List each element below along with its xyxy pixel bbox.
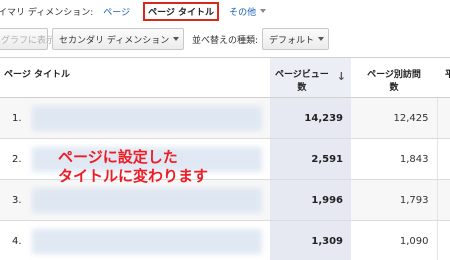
header-pageviews[interactable]: ページビュー 数 ↓ [270, 57, 351, 98]
row-pageviews: 2,591 [270, 138, 351, 180]
table-header-row: ページ タイトル ページビュー 数 ↓ ページ別訪問 数 平 [0, 57, 450, 98]
row-index: 3. [12, 194, 22, 206]
header-unique-pageviews[interactable]: ページ別訪問 数 [351, 57, 437, 98]
table-row: 4. 1,309 1,090 [0, 220, 450, 260]
sort-descending-icon: ↓ [336, 70, 347, 83]
sort-type-value: デフォルト [269, 35, 315, 46]
row-more-cell [436, 179, 450, 221]
secondary-dimension-label: セカンダリ ディメンション [59, 35, 170, 46]
plot-rows-button[interactable]: グラフに表示 [0, 28, 55, 50]
chevron-down-icon [173, 37, 180, 41]
row-unique-pageviews: 1,793 [351, 179, 437, 221]
row-index: 4. [12, 235, 22, 247]
header-unique-line2: 数 [389, 83, 399, 93]
dimension-option-page[interactable]: ページ [103, 5, 130, 18]
header-unique-line1: ページ別訪問 [367, 70, 421, 80]
chevron-down-icon [318, 37, 325, 41]
header-page-title[interactable]: ページ タイトル [0, 57, 270, 98]
sort-type-label: 並べ替えの種類: [192, 35, 259, 46]
row-more-cell [436, 220, 450, 260]
dimension-option-other[interactable]: その他 [229, 5, 267, 18]
dimension-option-other-label: その他 [229, 7, 257, 18]
blurred-page-title [32, 229, 262, 254]
table-row: 1. 14,239 12,425 [0, 97, 450, 139]
row-pageviews: 14,239 [270, 97, 351, 139]
row-pageviews: 1,996 [270, 179, 351, 221]
header-pageviews-line2: 数 [297, 83, 307, 93]
header-avg-truncated[interactable]: 平 [437, 57, 450, 98]
chevron-down-icon [260, 9, 267, 13]
row-title-cell: 4. [0, 220, 270, 260]
row-unique-pageviews: 1,090 [351, 220, 437, 260]
blurred-page-title [32, 106, 262, 131]
row-unique-pageviews: 1,843 [351, 138, 437, 180]
row-index: 1. [12, 112, 22, 124]
table-toolbar: グラフに表示 セカンダリ ディメンション 並べ替えの種類: デフォルト [0, 24, 450, 54]
secondary-dimension-dropdown[interactable]: セカンダリ ディメンション [52, 28, 184, 50]
blurred-page-title [32, 188, 262, 213]
row-unique-pageviews: 12,425 [351, 97, 437, 139]
row-index: 2. [12, 153, 22, 165]
primary-dimension-label: イマリ ディメンション: [0, 7, 94, 18]
header-pageviews-line1: ページビュー [274, 70, 329, 80]
sort-type-dropdown[interactable]: デフォルト [262, 28, 330, 50]
row-title-cell: 1. [0, 97, 270, 139]
dimension-option-page-title[interactable]: ページ タイトル [143, 1, 220, 21]
annotation-callout: ページに設定した タイトルに変わります [58, 148, 209, 185]
row-pageviews: 1,309 [270, 220, 351, 260]
row-more-cell [436, 138, 450, 180]
primary-dimension-bar: イマリ ディメンション: ページ ページ タイトル その他 [0, 0, 450, 22]
row-more-cell [436, 97, 450, 139]
